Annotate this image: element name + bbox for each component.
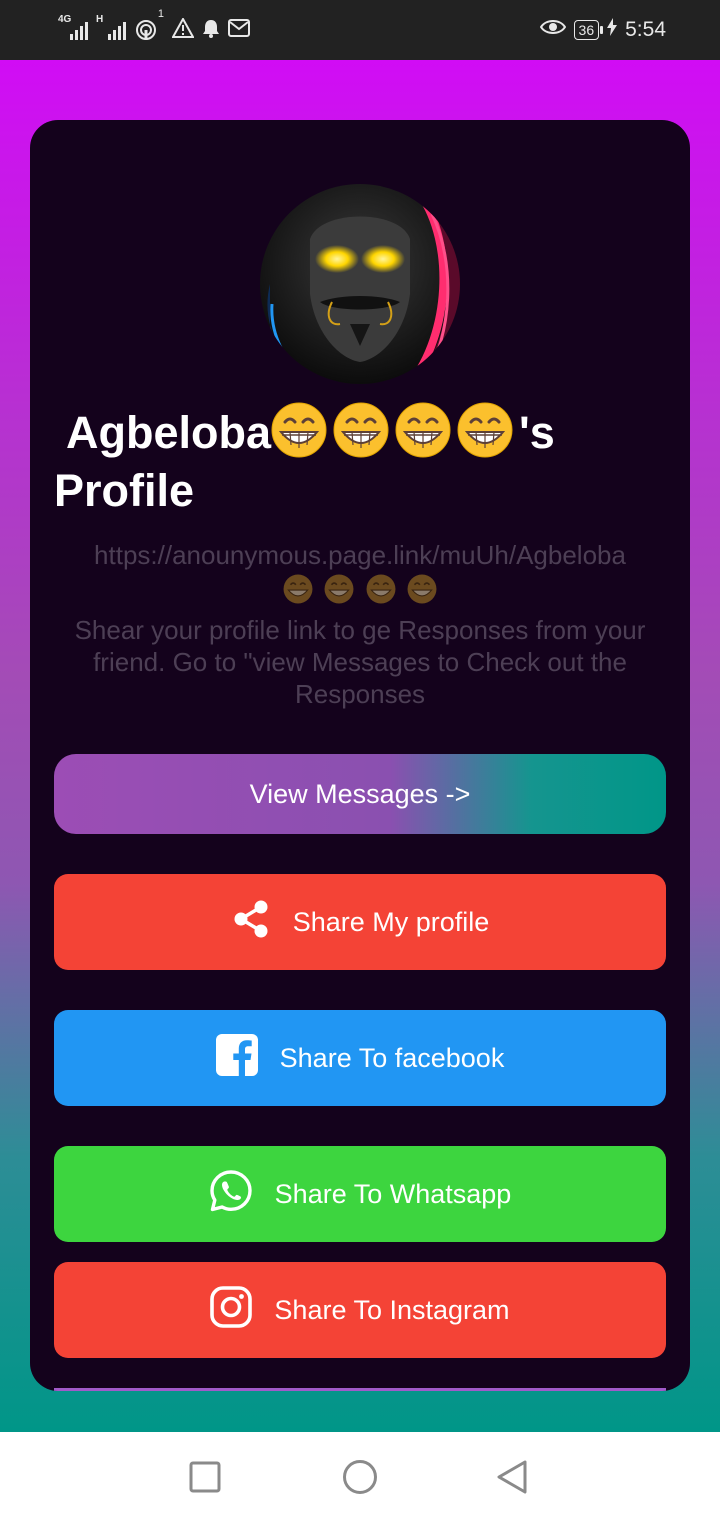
share-instagram-button[interactable]: Share To Instagram bbox=[54, 1262, 666, 1358]
view-messages-label: View Messages -> bbox=[249, 778, 471, 809]
grin-emoji-icon bbox=[457, 402, 513, 458]
grin-emoji-icon bbox=[271, 402, 327, 458]
grin-emoji-icon bbox=[333, 402, 389, 458]
grin-emoji-icon bbox=[324, 574, 354, 604]
grin-emoji-icon bbox=[407, 574, 437, 604]
profile-card: Agbeloba 's Profile https://anounymous.pa… bbox=[30, 120, 690, 1391]
profile-name: Agbeloba bbox=[66, 407, 272, 458]
hotspot-icon: 1 bbox=[134, 8, 164, 42]
share-profile-button[interactable]: Share My profile bbox=[54, 874, 666, 970]
whatsapp-icon bbox=[209, 1169, 253, 1220]
title-suffix: 's bbox=[519, 407, 555, 458]
page-title: Agbeloba 's Profile bbox=[54, 402, 654, 520]
profile-link[interactable]: https://anounymous.page.link/muUh/Agbelo… bbox=[50, 540, 670, 604]
link-emoji-row bbox=[50, 572, 670, 604]
network-type-2: H bbox=[96, 14, 104, 25]
share-whatsapp-button[interactable]: Share To Whatsapp bbox=[54, 1146, 666, 1242]
avatar[interactable] bbox=[260, 184, 460, 384]
divider bbox=[54, 1388, 666, 1391]
share-whatsapp-label: Share To Whatsapp bbox=[274, 1178, 512, 1209]
battery-icon: 36 bbox=[573, 20, 603, 40]
profile-link-text: https://anounymous.page.link/muUh/Agbelo… bbox=[94, 540, 626, 570]
share-facebook-label: Share To facebook bbox=[279, 1042, 505, 1073]
view-messages-button[interactable]: View Messages -> bbox=[54, 754, 666, 834]
share-facebook-button[interactable]: Share To facebook bbox=[54, 1010, 666, 1106]
clock: 5:54 bbox=[625, 18, 666, 41]
grin-emoji-icon bbox=[366, 574, 396, 604]
back-icon[interactable] bbox=[494, 1458, 530, 1501]
signal-icon: 4G bbox=[58, 14, 88, 40]
mail-icon bbox=[228, 18, 250, 42]
grin-emoji-icon bbox=[395, 402, 451, 458]
share-instagram-label: Share To Instagram bbox=[274, 1294, 510, 1325]
status-bar: 4G H 1 36 5:54 bbox=[0, 0, 720, 60]
title-line-2: Profile bbox=[54, 465, 195, 516]
facebook-icon bbox=[215, 1033, 258, 1083]
grin-emoji-icon bbox=[283, 574, 313, 604]
home-icon[interactable] bbox=[341, 1458, 379, 1501]
bell-icon bbox=[202, 18, 220, 43]
instagram-icon bbox=[210, 1285, 253, 1335]
share-icon bbox=[231, 899, 271, 946]
status-right: 36 5:54 bbox=[539, 12, 666, 48]
signal-icon: H bbox=[96, 14, 126, 40]
eye-icon bbox=[539, 18, 566, 42]
charging-icon bbox=[607, 18, 618, 42]
hotspot-count: 1 bbox=[157, 8, 164, 20]
warning-icon bbox=[171, 16, 195, 43]
profile-description: Shear your profile link to ge Responses … bbox=[74, 615, 646, 709]
recents-icon[interactable] bbox=[188, 1460, 222, 1499]
status-left: 4G H 1 bbox=[58, 8, 250, 48]
network-type-1: 4G bbox=[58, 14, 72, 25]
share-profile-label: Share My profile bbox=[292, 906, 490, 937]
system-nav-bar bbox=[0, 1432, 720, 1520]
